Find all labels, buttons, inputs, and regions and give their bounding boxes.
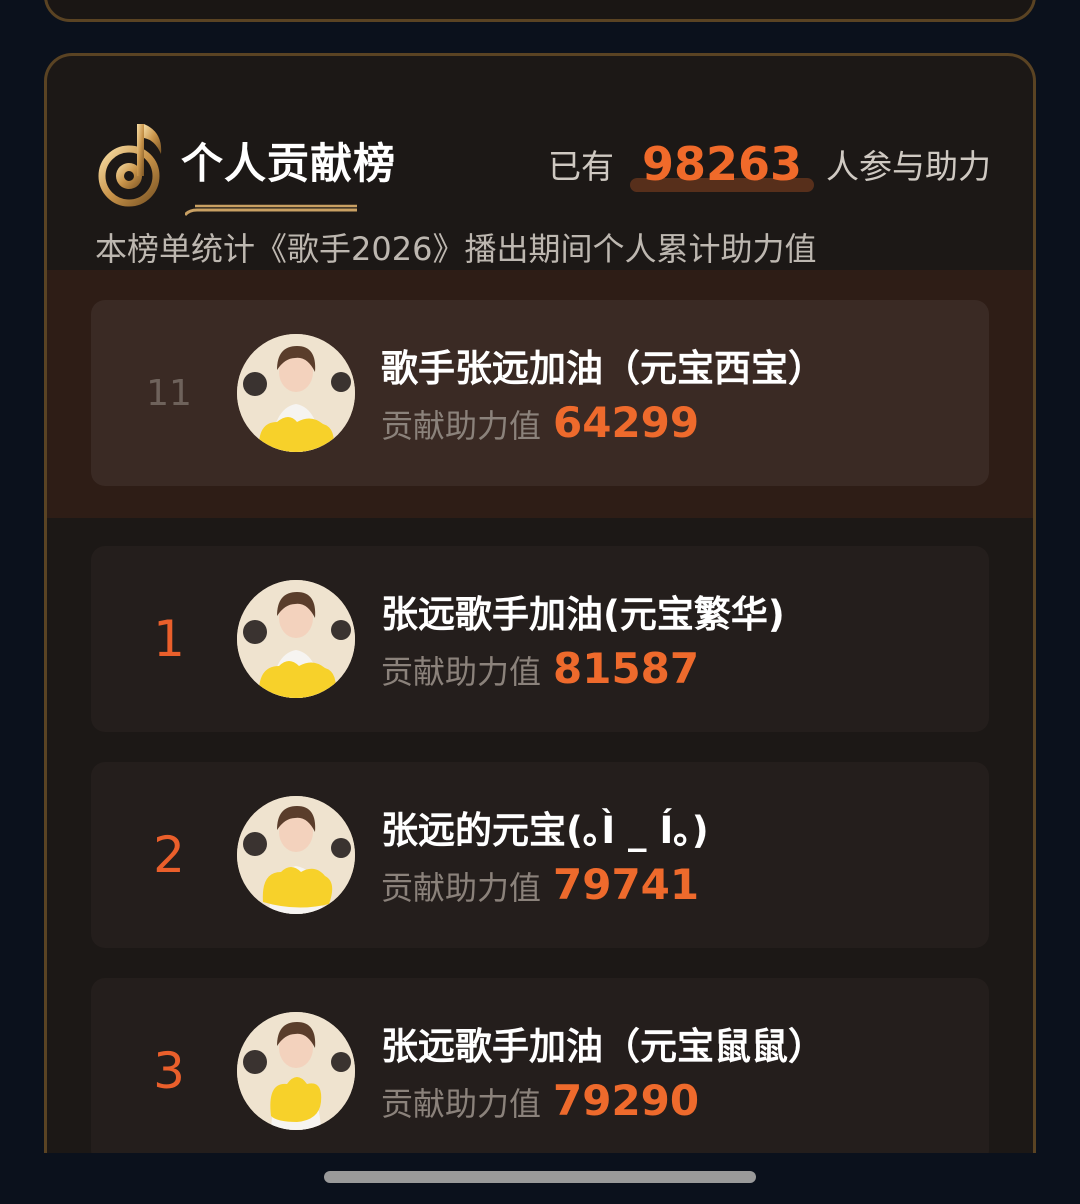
user-avatar[interactable] xyxy=(237,334,355,452)
user-avatar[interactable] xyxy=(237,580,355,698)
participants-summary: 已有 98263 人参与助力 xyxy=(548,136,991,192)
user-name: 张远歌手加油（元宝鼠鼠） xyxy=(381,1025,825,1068)
participants-prefix: 已有 xyxy=(547,147,614,186)
value-label: 贡献助力值 xyxy=(381,1085,542,1123)
leaderboard-row[interactable]: 1 张远歌手加油(元宝繁华) 贡献助力值 81587 xyxy=(91,546,989,732)
value-label: 贡献助力值 xyxy=(381,653,542,691)
leaderboard-row[interactable]: 3 张远歌手加油（元宝鼠鼠） 贡献助力值 79290 xyxy=(91,978,989,1153)
value-number: 81587 xyxy=(553,644,700,693)
contribution-value: 贡献助力值 64299 xyxy=(381,398,699,447)
rank-number: 3 xyxy=(153,1042,185,1100)
page-title: 个人贡献榜 xyxy=(181,139,397,188)
contribution-value: 贡献助力值 79741 xyxy=(381,860,699,909)
leaderboard-subtitle: 本榜单统计《歌手2026》播出期间个人累计助力值 xyxy=(95,230,817,268)
value-number: 79741 xyxy=(553,860,700,909)
rank-number: 11 xyxy=(146,372,192,414)
user-name: 张远的元宝(｡Ì _ Í｡) xyxy=(381,809,709,852)
participants-count: 98263 xyxy=(629,137,815,192)
personal-contribution-panel: 个人贡献榜 已有 98263 人参与助力 本榜单统计《歌手2026》播出期间个人… xyxy=(44,53,1036,1153)
user-name: 张远歌手加油(元宝繁华) xyxy=(381,593,785,636)
music-note-trophy-icon xyxy=(98,124,162,207)
rank-number: 1 xyxy=(153,610,185,668)
rank-number: 2 xyxy=(153,826,185,884)
user-avatar[interactable] xyxy=(237,796,355,914)
value-label: 贡献助力值 xyxy=(381,869,542,907)
home-indicator[interactable] xyxy=(324,1171,756,1183)
previous-card-edge xyxy=(44,0,1036,22)
user-avatar[interactable] xyxy=(237,1012,355,1130)
value-label: 贡献助力值 xyxy=(381,407,542,445)
leaderboard-row[interactable]: 2 张远的元宝(｡Ì _ Í｡) 贡献助力值 79741 xyxy=(91,762,989,948)
participants-suffix: 人参与助力 xyxy=(826,147,991,186)
contribution-value: 贡献助力值 81587 xyxy=(381,644,699,693)
contribution-value: 贡献助力值 79290 xyxy=(381,1076,699,1125)
user-name: 歌手张远加油（元宝西宝） xyxy=(381,347,825,390)
value-number: 64299 xyxy=(553,398,700,447)
value-number: 79290 xyxy=(553,1076,700,1125)
my-rank-row[interactable]: 11 歌手张远加油（元宝西宝） 贡献助力值 64299 xyxy=(91,300,989,486)
title-underline xyxy=(185,204,357,216)
